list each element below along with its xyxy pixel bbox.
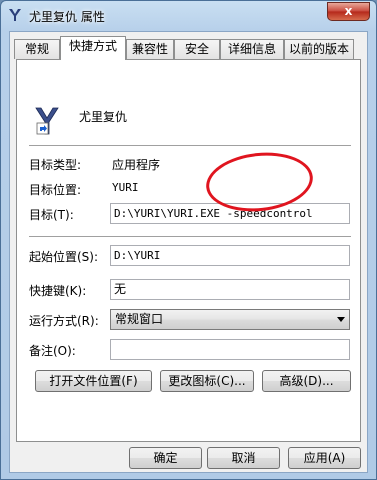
window-title: 尤里复仇 属性 [29,10,105,24]
target-type-label: 目标类型: [29,158,82,172]
yuri-app-icon [9,9,21,21]
target-location-value: YURI [112,181,139,194]
apply-button[interactable]: 应用(A) [288,447,361,469]
run-select-value: 常规窗口 [115,312,164,326]
shortcut-name: 尤里复仇 [79,110,128,124]
cancel-button[interactable]: 取消 [207,447,280,469]
hotkey-label: 快捷键(K): [29,284,87,298]
hotkey-input[interactable]: 无 [110,279,350,300]
tab-previous-versions[interactable]: 以前的版本 [284,39,354,59]
run-select[interactable]: 常规窗口 [110,309,350,330]
dialog-client: 常规 快捷方式 兼容性 安全 详细信息 以前的版本 尤里复仇 目标类型: 应用程… [9,31,368,473]
target-label: 目标(T): [29,208,74,222]
divider [29,145,351,147]
shortcut-panel: 尤里复仇 目标类型: 应用程序 目标位置: YURI 目标(T): D:\YUR… [16,59,361,442]
yuri-game-shortcut-icon [35,107,59,135]
start-in-input[interactable]: D:\YURI [110,245,350,266]
divider [29,236,351,238]
open-file-location-button[interactable]: 打开文件位置(F) [35,370,152,392]
comment-input[interactable] [110,339,350,360]
comment-label: 备注(O): [29,344,76,358]
change-icon-button[interactable]: 更改图标(C)... [160,370,254,392]
tab-general[interactable]: 常规 [14,39,60,59]
properties-window: 尤里复仇 属性 x 常规 快捷方式 兼容性 安全 详细信息 以前的版本 尤里复仇… [0,0,377,480]
chevron-down-icon [337,317,345,322]
target-location-label: 目标位置: [29,183,82,197]
run-label: 运行方式(R): [29,314,99,328]
close-button[interactable]: x [327,2,370,21]
tab-security[interactable]: 安全 [174,39,220,59]
ok-button[interactable]: 确定 [129,447,202,469]
tab-compatibility[interactable]: 兼容性 [126,39,174,59]
title-bar[interactable]: 尤里复仇 属性 x [1,1,376,31]
start-in-label: 起始位置(S): [29,250,99,264]
target-type-value: 应用程序 [112,158,161,172]
tab-shortcut[interactable]: 快捷方式 [60,36,126,60]
tab-details[interactable]: 详细信息 [220,39,284,59]
advanced-button[interactable]: 高级(D)... [262,370,351,392]
